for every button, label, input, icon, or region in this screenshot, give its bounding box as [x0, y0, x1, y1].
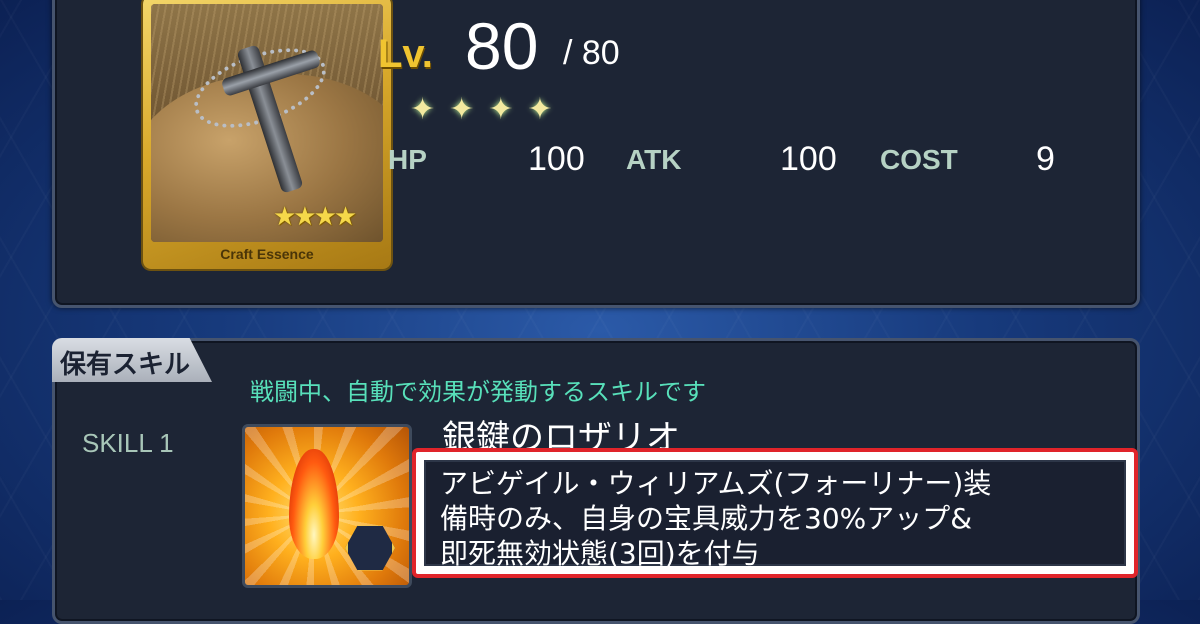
level-max: / 80 [563, 34, 620, 72]
craft-essence-card[interactable]: ★★★★ Craft Essence [143, 0, 391, 269]
cost-value: 9 [1036, 140, 1055, 178]
rarity-sparkle-icons: ✦✦✦✦ [410, 92, 567, 127]
card-type-label: Craft Essence [220, 246, 314, 262]
skill-effect-line-3: 即死無効状態(3回)を付与 [440, 537, 760, 570]
card-rarity-stars: ★★★★ [273, 202, 357, 232]
flame-buff-icon[interactable] [242, 424, 412, 588]
atk-value: 100 [780, 140, 837, 178]
skill-slot-label: SKILL 1 [82, 428, 174, 458]
atk-label: ATK [626, 144, 682, 175]
hp-label: HP [388, 144, 427, 175]
level-label: Lv. [378, 32, 433, 76]
skill-effect-line-1: アビゲイル・ウィリアムズ(フォーリナー)装 [440, 467, 992, 500]
cost-label: COST [880, 144, 958, 175]
skill-effect-line-2: 備時のみ、自身の宝具威力を30%アップ& [440, 502, 973, 535]
hp-value: 100 [528, 140, 585, 178]
level-value: 80 [465, 9, 539, 83]
skills-header-text: 戦闘中、自動で効果が発動するスキルです [250, 378, 706, 406]
skill-effect-text: アビゲイル・ウィリアムズ(フォーリナー)装 備時のみ、自身の宝具威力を30%アッ… [440, 466, 1120, 571]
skills-tab-label: 保有スキル [60, 350, 191, 380]
skill-name: 銀鍵のロザリオ [442, 418, 680, 448]
